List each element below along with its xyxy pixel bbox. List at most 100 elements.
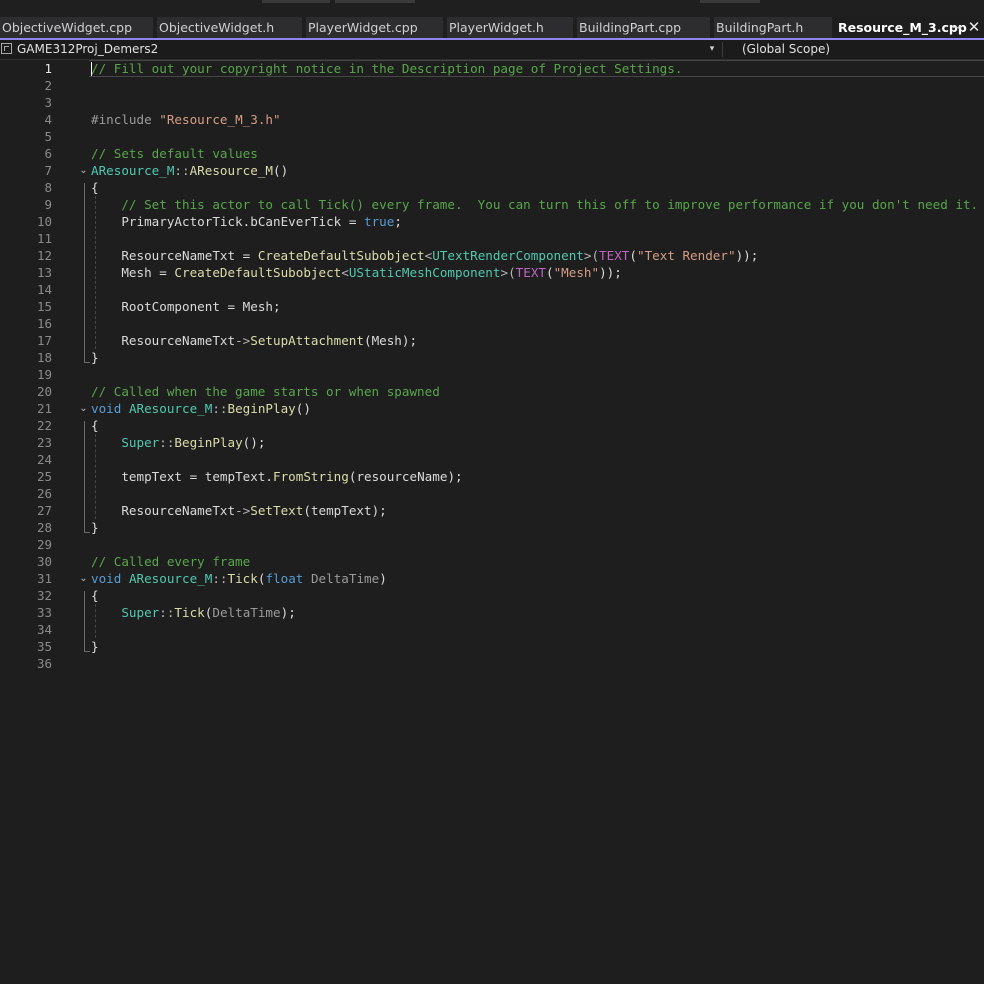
code-token: bCanEverTick — [250, 214, 342, 229]
line-number: 7 — [44, 163, 52, 178]
code-token: ); — [371, 503, 387, 518]
line-number: 29 — [36, 537, 52, 552]
code-token: "Text Render" — [636, 248, 736, 263]
code-token: resourceName — [356, 469, 448, 484]
code-token: < — [341, 265, 349, 280]
block-guide-end — [84, 532, 90, 533]
line-number: 33 — [36, 605, 52, 620]
code-token: CreateDefaultSubobject — [257, 248, 425, 263]
code-line: Super::Tick(DeltaTime); — [91, 604, 295, 621]
code-token: TEXT — [515, 265, 546, 280]
line-number: 17 — [36, 333, 52, 348]
tab-buildingpart-h[interactable]: BuildingPart.h — [714, 17, 832, 38]
code-line: { — [91, 587, 99, 604]
tab-objectivewidget-cpp[interactable]: ObjectiveWidget.cpp — [0, 17, 153, 38]
code-line: ResourceNameTxt = CreateDefaultSubobject… — [91, 247, 758, 264]
line-number: 13 — [36, 265, 52, 280]
code-line: // Called every frame — [91, 553, 250, 570]
code-token: AResource_M — [128, 401, 213, 416]
navigation-bar: GAME312Proj_Demers2 ▾ (Global Scope) — [0, 40, 984, 60]
fold-toggle-icon[interactable]: ⌄ — [78, 400, 89, 417]
line-number: 10 — [36, 214, 52, 229]
fold-toggle-icon[interactable]: ⌄ — [78, 570, 89, 587]
code-token: void — [91, 571, 122, 586]
code-token: >( — [583, 248, 600, 263]
code-token: RootComponent — [91, 299, 220, 314]
code-token: // Set this actor to call Tick() every f… — [91, 197, 979, 212]
project-dropdown[interactable]: GAME312Proj_Demers2 — [17, 40, 158, 60]
code-token: float — [265, 571, 304, 586]
nav-divider — [722, 42, 723, 57]
code-token: :: — [159, 435, 175, 450]
code-token: UStaticMeshComponent — [348, 265, 501, 280]
code-token: ; — [394, 214, 402, 229]
line-number: 16 — [36, 316, 52, 331]
code-token: // Sets default values — [91, 146, 258, 161]
line-number: 3 — [44, 95, 52, 110]
code-token: ( — [629, 248, 637, 263]
close-tab-icon[interactable]: ✕ — [966, 17, 982, 38]
code-line: #include "Resource_M_3.h" — [91, 111, 281, 128]
code-token: DeltaTime — [310, 571, 380, 586]
code-token: PrimaryActorTick — [91, 214, 243, 229]
fold-toggle-icon[interactable]: ⌄ — [78, 162, 89, 179]
code-token: ResourceNameTxt — [91, 333, 236, 348]
code-token: Mesh — [242, 299, 273, 314]
tab-playerwidget-cpp[interactable]: PlayerWidget.cpp — [306, 17, 443, 38]
block-guide — [84, 183, 85, 362]
code-token: ResourceNameTxt — [91, 248, 236, 263]
code-token: { — [91, 418, 99, 433]
code-token: ; — [273, 299, 281, 314]
code-token: } — [91, 520, 99, 535]
code-token: Tick — [227, 571, 258, 586]
code-token: = — [235, 248, 258, 263]
code-token: -> — [235, 333, 251, 348]
line-number: 11 — [36, 231, 52, 246]
line-number: 23 — [36, 435, 52, 450]
code-token: Super — [91, 605, 160, 620]
scope-dropdown[interactable]: (Global Scope) — [742, 40, 830, 60]
code-token: ( — [303, 503, 311, 518]
code-token: void — [91, 401, 122, 416]
code-token: ) — [379, 571, 387, 586]
code-token: ( — [546, 265, 554, 280]
chevron-down-icon[interactable]: ▾ — [706, 40, 718, 60]
pin-tab-icon[interactable]: ⊸ — [950, 17, 964, 38]
code-token: SetupAttachment — [250, 333, 364, 348]
code-token: ResourceNameTxt — [91, 503, 236, 518]
tab-buildingpart-cpp[interactable]: BuildingPart.cpp — [577, 17, 710, 38]
line-number: 22 — [36, 418, 52, 433]
tab-playerwidget-h[interactable]: PlayerWidget.h — [447, 17, 573, 38]
code-token: AResource_M — [189, 163, 273, 178]
code-token: >( — [500, 265, 516, 280]
toolbar-edge — [700, 0, 760, 3]
code-token: . — [265, 469, 274, 484]
code-token: true — [364, 214, 395, 229]
code-line: ResourceNameTxt->SetText(tempText); — [91, 502, 387, 519]
code-token: = — [182, 469, 205, 484]
code-token: = — [341, 214, 364, 229]
block-guide-end — [84, 362, 90, 363]
code-line: void AResource_M::Tick(float DeltaTime) — [91, 570, 387, 587]
tab-objectivewidget-h[interactable]: ObjectiveWidget.h — [157, 17, 302, 38]
line-number: 32 — [36, 588, 52, 603]
code-token: { — [91, 588, 99, 603]
code-token: Mesh — [91, 265, 152, 280]
code-token: } — [91, 639, 99, 654]
code-token: CreateDefaultSubobject — [174, 265, 342, 280]
code-line: { — [91, 417, 99, 434]
code-token: { — [91, 180, 99, 195]
code-editor[interactable]: 1 2 3 4 5 6 7 8 9 10 11 12 13 14 15 16 17 18 19 20 21 22 23 24 2… — [0, 60, 984, 984]
line-number: 34 — [36, 622, 52, 637]
code-token: AResource_M — [128, 571, 213, 586]
code-token: FromString — [273, 469, 349, 484]
code-line: } — [91, 349, 99, 366]
code-line: AResource_M::AResource_M() — [91, 162, 288, 179]
code-token: TEXT — [599, 248, 630, 263]
code-line: void AResource_M::BeginPlay() — [91, 400, 311, 417]
code-token: DeltaTime — [212, 605, 281, 620]
code-token: Tick — [174, 605, 205, 620]
code-token: ); — [401, 333, 418, 348]
line-number: 18 — [36, 350, 52, 365]
